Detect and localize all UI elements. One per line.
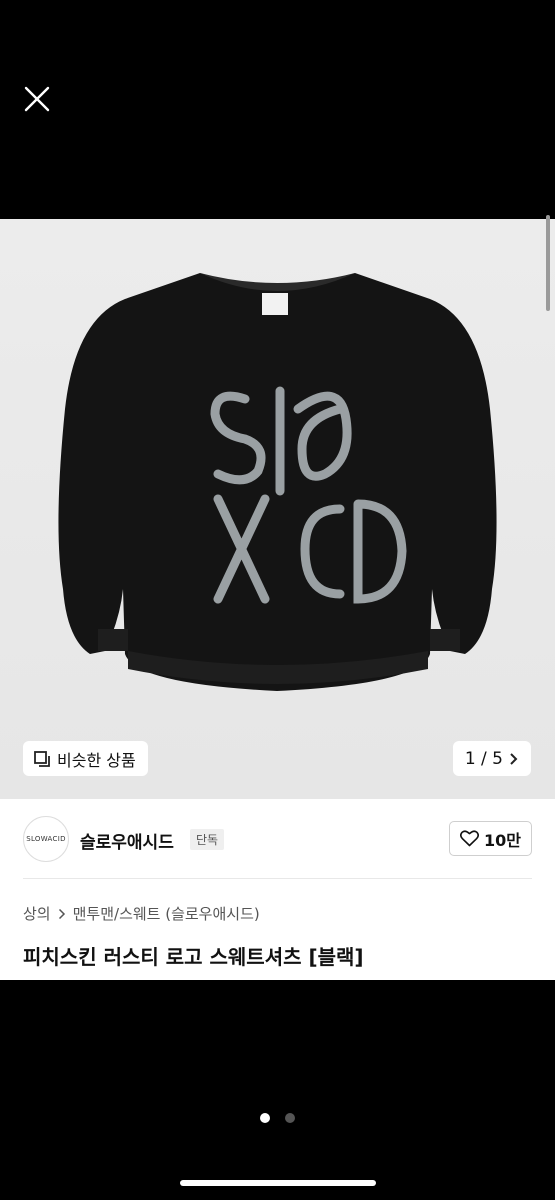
brand-logo[interactable]: SLOWACID [23, 816, 69, 862]
page-dot-inactive[interactable] [285, 1113, 295, 1123]
scroll-indicator[interactable] [546, 215, 550, 311]
page-dots [0, 1113, 555, 1123]
like-count: 10만 [484, 830, 521, 850]
like-button[interactable]: 10만 [449, 821, 532, 856]
stack-icon [34, 750, 50, 767]
breadcrumb: 상의 맨투맨/스웨트 (슬로우애시드) [23, 903, 260, 924]
sweatshirt-image [58, 273, 497, 691]
breadcrumb-category[interactable]: 상의 [23, 903, 51, 924]
product-title: 피치스킨 러스티 로고 스웨트셔츠 [블랙] [23, 945, 364, 969]
brand-logo-text: SLOWACID [26, 835, 66, 843]
exclusive-badge: 단독 [190, 829, 225, 850]
heart-icon [460, 830, 479, 847]
chevron-right-icon [510, 752, 518, 765]
breadcrumb-subcategory[interactable]: 맨투맨/스웨트 (슬로우애시드) [73, 903, 260, 924]
pager-text: 1 / 5 [464, 748, 503, 769]
close-button[interactable] [22, 84, 52, 114]
product-info-panel: SLOWACID 슬로우애시드 단독 10만 상의 맨투맨/스웨트 (슬로우애시… [0, 799, 555, 980]
home-indicator[interactable] [180, 1180, 376, 1186]
product-image[interactable] [0, 219, 555, 799]
close-icon [24, 86, 50, 112]
image-pager[interactable]: 1 / 5 [452, 741, 531, 776]
brand-name[interactable]: 슬로우애시드 [80, 828, 174, 853]
similar-products-label: 비슷한 상품 [57, 750, 136, 770]
divider [23, 878, 532, 879]
similar-products-button[interactable]: 비슷한 상품 [23, 741, 148, 776]
chevron-right-icon [58, 908, 65, 919]
page-dot-active[interactable] [260, 1113, 270, 1123]
